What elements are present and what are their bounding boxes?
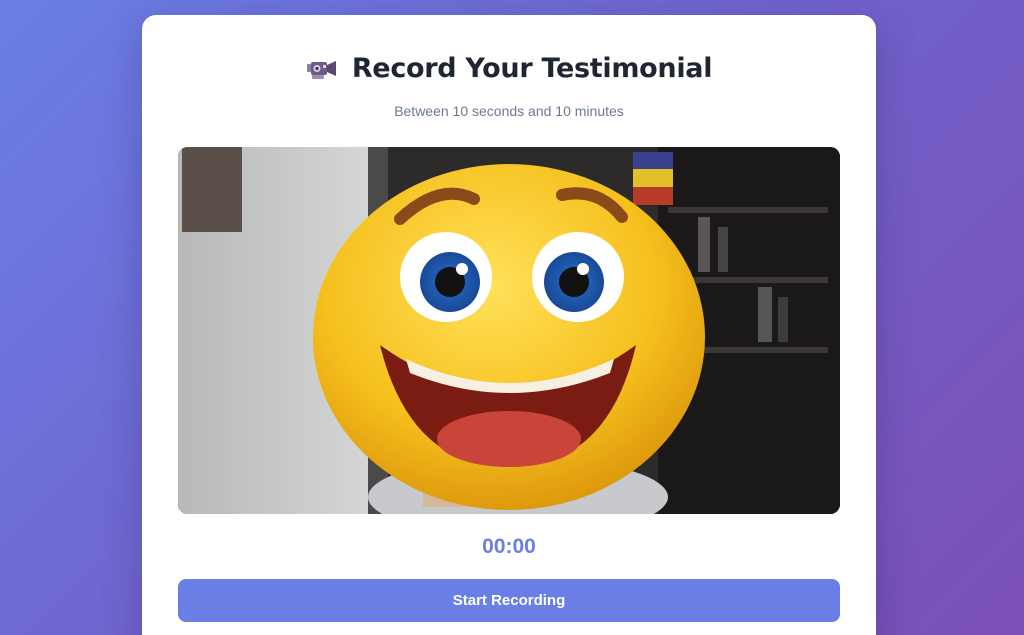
recording-timer: 00:00 — [482, 535, 536, 558]
video-camera-icon — [306, 56, 338, 82]
title-row: Record Your Testimonial — [142, 53, 876, 84]
start-recording-button[interactable]: Start Recording — [178, 579, 840, 622]
webcam-frame-image — [178, 147, 840, 514]
testimonial-card: Record Your Testimonial Between 10 secon… — [142, 15, 876, 635]
page-subtitle: Between 10 seconds and 10 minutes — [394, 103, 624, 119]
webcam-preview — [178, 147, 840, 514]
page-title: Record Your Testimonial — [351, 53, 713, 84]
